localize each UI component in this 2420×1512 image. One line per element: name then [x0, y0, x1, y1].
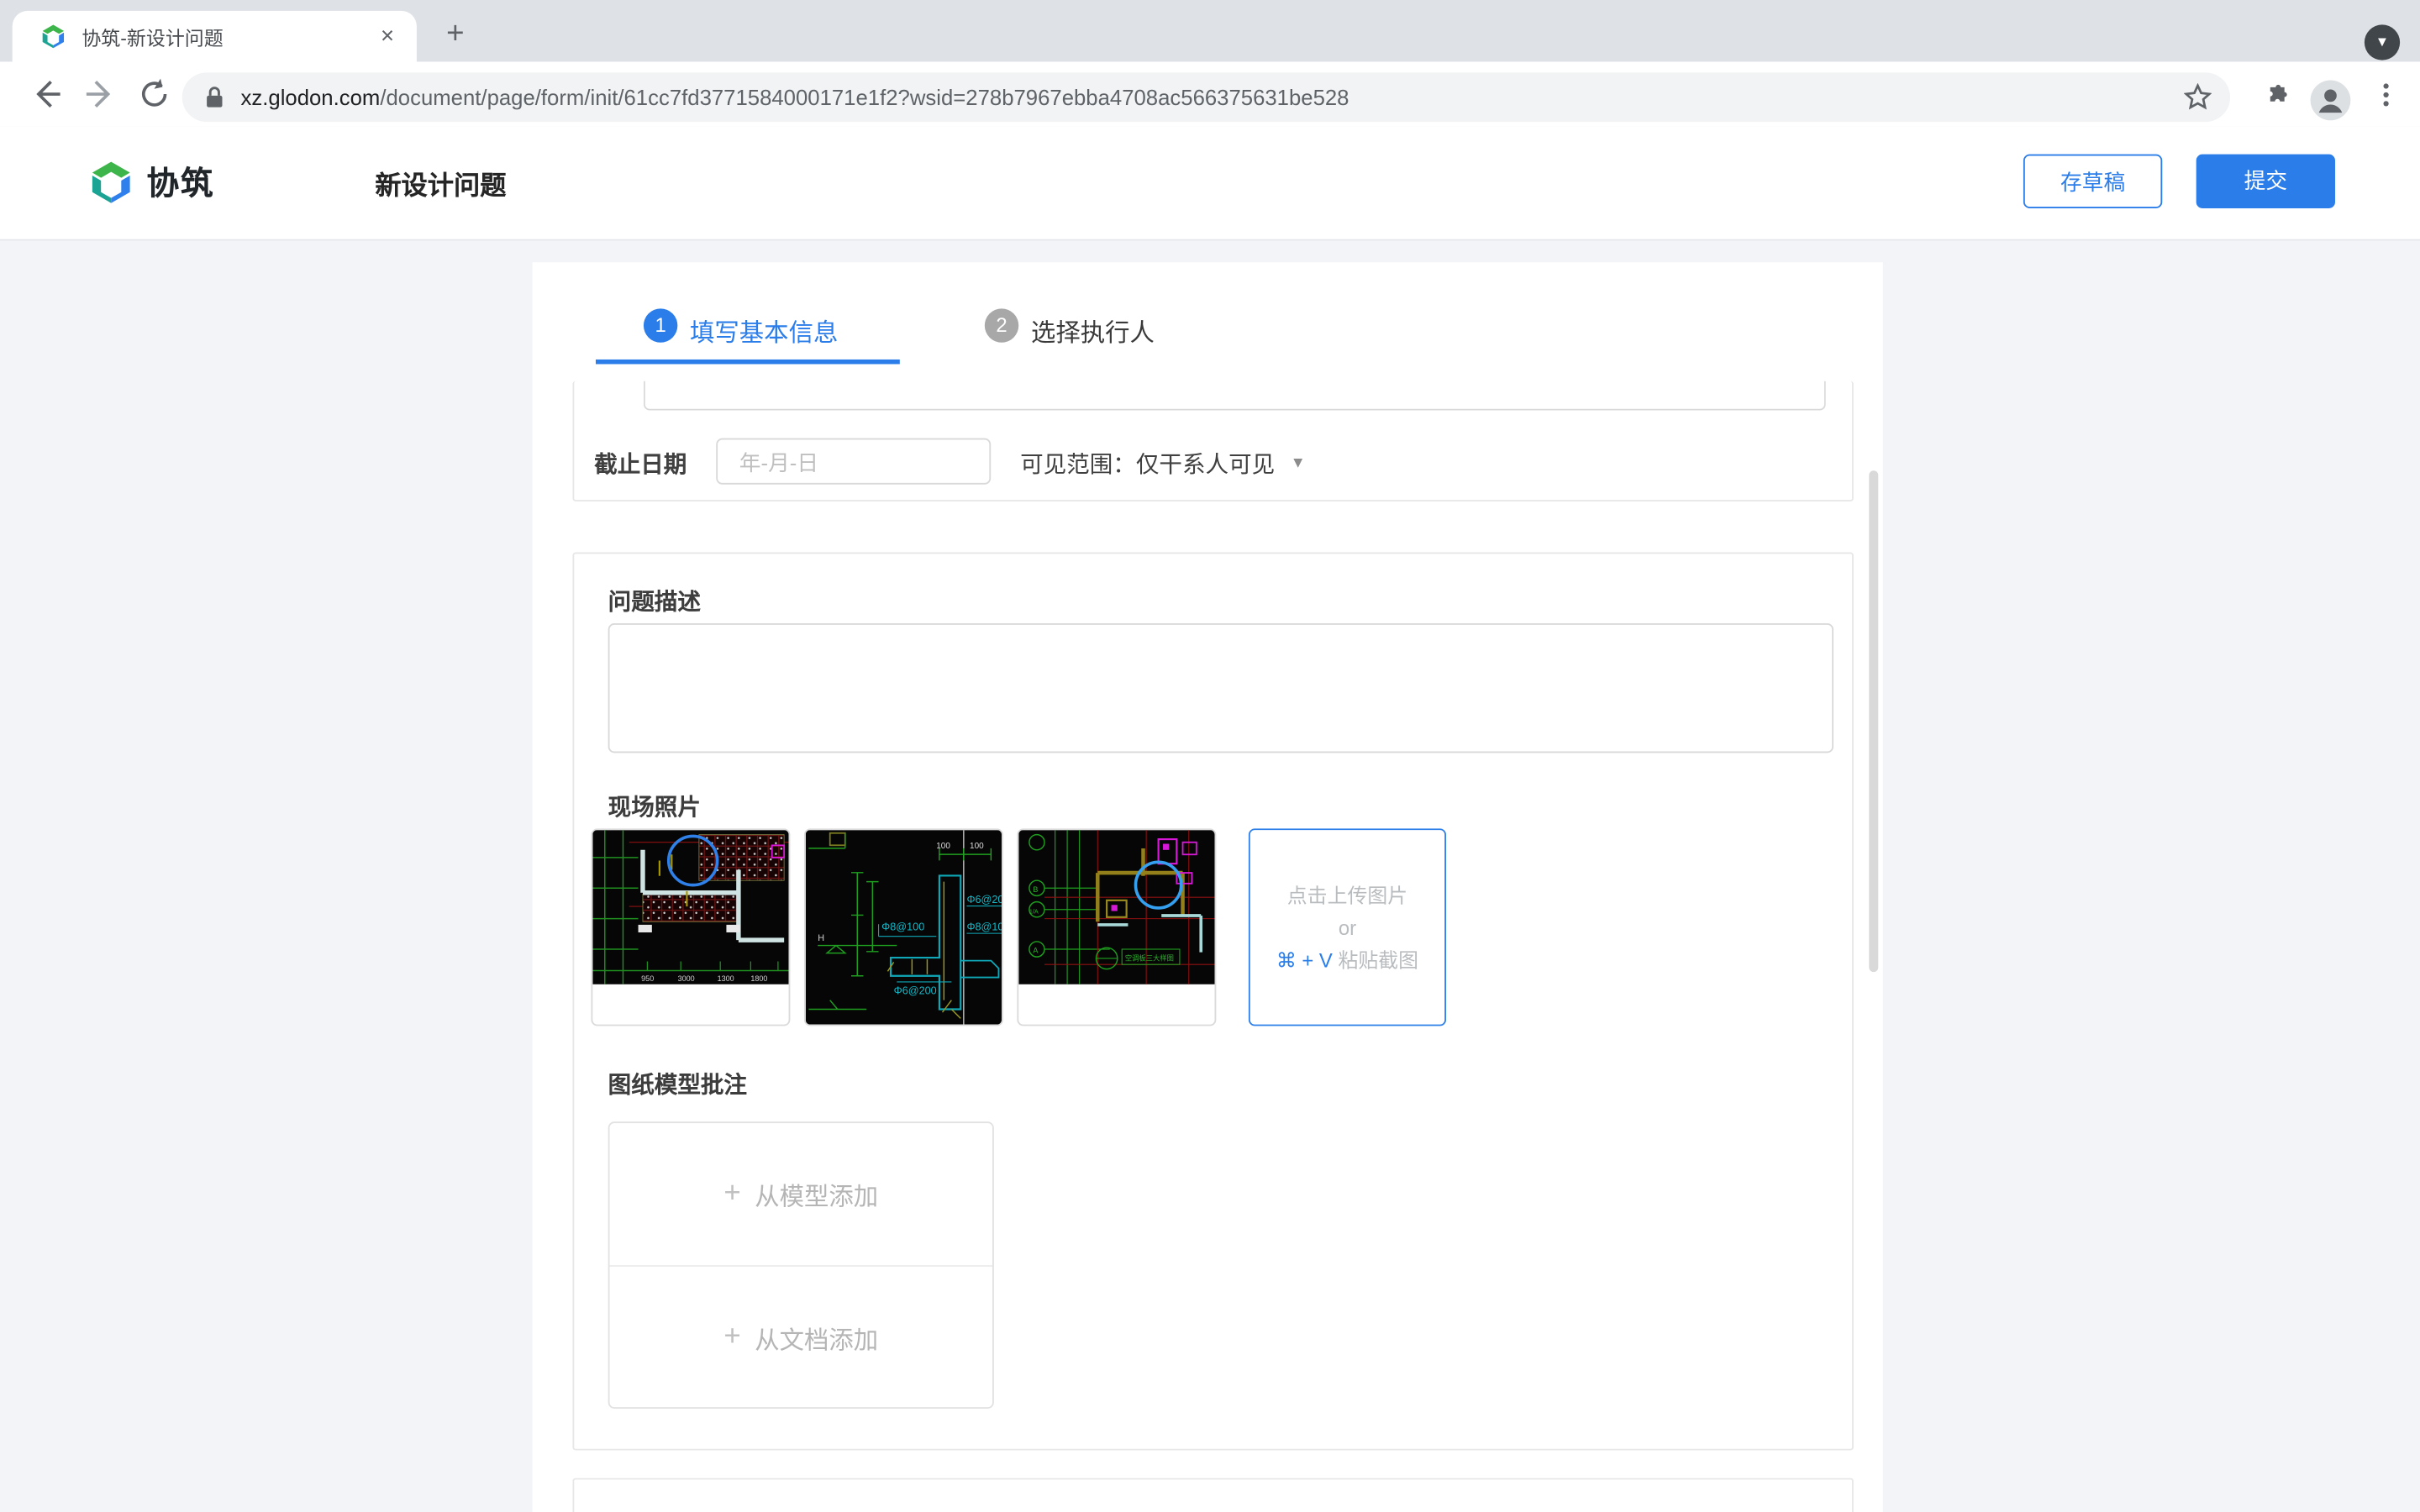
- cad-plan-fixtures-image: B 1/A A: [1018, 830, 1214, 984]
- form-panel: 1 填写基本信息 2 选择执行人 截止日期 可见范围： 仅干系人可见 ▼ 问题描…: [533, 262, 1883, 1512]
- save-draft-button[interactable]: 存草稿: [2023, 155, 2162, 208]
- media-controls-button[interactable]: ▼: [2365, 24, 2400, 60]
- tab-close-icon[interactable]: ×: [373, 23, 401, 50]
- browser-tab[interactable]: 协筑-新设计问题 ×: [13, 11, 417, 62]
- plus-icon: +: [723, 1177, 740, 1210]
- forward-button[interactable]: [81, 74, 121, 114]
- deadline-label: 截止日期: [594, 448, 687, 480]
- dim-text: 1800: [750, 974, 767, 983]
- paste-shortcut: ⌘ + V: [1276, 948, 1333, 972]
- screen: 协筑-新设计问题 × + ▼ xz.glodon.com/document/pa…: [0, 0, 2420, 1512]
- axis-text: 1/A: [1029, 907, 1039, 915]
- description-label: 问题描述: [608, 585, 701, 617]
- dim-text: 100: [936, 842, 950, 851]
- upload-line1: 点击上传图片: [1287, 879, 1407, 911]
- cad-plan-hatch-image: 950 3000 1300 1800: [592, 830, 788, 984]
- dim-text: 3000: [678, 974, 695, 983]
- rebar-text: Φ6@200: [894, 984, 937, 996]
- tab-step-2[interactable]: 选择执行人: [1031, 312, 1155, 349]
- browser-menu-icon[interactable]: [2374, 81, 2398, 108]
- url-domain: xz.glodon.com: [241, 85, 381, 109]
- photo-thumbnail-3[interactable]: B 1/A A: [1017, 828, 1216, 1026]
- tab-title: 协筑-新设计问题: [82, 22, 373, 51]
- visibility-value: 仅干系人可见: [1136, 448, 1275, 480]
- description-textarea[interactable]: [608, 623, 1833, 753]
- url-text: xz.glodon.com/document/page/form/init/61…: [241, 85, 2184, 109]
- dim-text: 100: [970, 842, 984, 851]
- add-from-document-label: 从文档添加: [755, 1319, 878, 1356]
- caret-down-icon: ▼: [1291, 455, 1306, 472]
- rebar-text: Φ8@100: [966, 921, 1002, 932]
- photo-thumbnail-1[interactable]: 950 3000 1300 1800: [591, 828, 790, 1026]
- add-from-document-button[interactable]: + 从文档添加: [610, 1267, 993, 1409]
- page-title: 新设计问题: [375, 127, 506, 239]
- submit-button[interactable]: 提交: [2196, 155, 2335, 208]
- person-icon: [2311, 81, 2351, 121]
- photos-label: 现场照片: [608, 790, 701, 822]
- photo-thumbnail-2[interactable]: 100 100 H Φ6@200 Φ8@100 Φ8@100 Φ6@200: [804, 828, 1003, 1026]
- reload-button[interactable]: [134, 74, 175, 114]
- brand-name: 协筑: [146, 159, 214, 205]
- profile-avatar[interactable]: [2311, 81, 2351, 121]
- browser-tab-strip: 协筑-新设计问题 × + ▼: [0, 0, 2420, 61]
- upload-line2: or: [1339, 911, 1356, 944]
- annotation-label: 图纸模型批注: [608, 1068, 747, 1100]
- add-from-model-label: 从模型添加: [755, 1176, 878, 1213]
- brand: 协筑: [88, 159, 215, 205]
- truncated-text-input[interactable]: [644, 381, 1826, 411]
- deadline-date-field[interactable]: [716, 438, 991, 485]
- url-path: /document/page/form/init/61cc7fd37715840…: [380, 85, 1349, 109]
- address-bar[interactable]: xz.glodon.com/document/page/form/init/61…: [182, 72, 2230, 122]
- level-text: H: [818, 933, 824, 943]
- site-favicon-logo-icon: [40, 24, 66, 50]
- add-from-model-button[interactable]: + 从模型添加: [610, 1123, 993, 1267]
- extensions-icon[interactable]: [2263, 81, 2289, 108]
- back-button[interactable]: [26, 74, 66, 114]
- next-section-card: [572, 1478, 1853, 1512]
- brand-logo-icon: [88, 159, 134, 205]
- axis-text: A: [1033, 947, 1039, 955]
- basic-info-card: 截止日期 可见范围： 仅干系人可见 ▼: [572, 381, 1853, 501]
- detail-card: 问题描述 现场照片: [572, 553, 1853, 1451]
- plus-icon: +: [723, 1320, 740, 1354]
- dim-text: 950: [641, 974, 654, 983]
- upload-line3-text: 粘贴截图: [1339, 948, 1419, 972]
- rebar-text: Φ8@100: [881, 921, 924, 932]
- dim-text: 1300: [718, 974, 734, 983]
- step-1-circle: 1: [644, 308, 677, 342]
- visibility-dropdown[interactable]: 可见范围： 仅干系人可见 ▼: [1020, 448, 1306, 480]
- annotation-add-box: + 从模型添加 + 从文档添加: [608, 1121, 994, 1409]
- new-tab-button[interactable]: +: [434, 14, 476, 57]
- axis-text: B: [1033, 885, 1038, 894]
- deadline-date-input[interactable]: [736, 449, 974, 476]
- bookmark-star-button[interactable]: [2184, 83, 2212, 111]
- step-2-circle: 2: [985, 308, 1018, 342]
- note-text: 空调板三大样图: [1125, 954, 1174, 963]
- tab-step-1[interactable]: 填写基本信息: [690, 312, 838, 349]
- cad-section-detail-image: 100 100 H Φ6@200 Φ8@100 Φ8@100 Φ6@200: [806, 830, 1002, 1024]
- site-header: 协筑 新设计问题 存草稿 提交: [0, 127, 2420, 239]
- upload-photo-button[interactable]: 点击上传图片 or ⌘ + V 粘贴截图: [1249, 828, 1446, 1026]
- visibility-label: 可见范围：: [1020, 448, 1136, 480]
- rebar-text: Φ6@200: [966, 894, 1002, 906]
- content-scrollbar[interactable]: [1869, 470, 1878, 972]
- upload-line3: ⌘ + V 粘贴截图: [1276, 943, 1418, 976]
- lock-icon[interactable]: [203, 85, 225, 109]
- active-step-underline: [596, 360, 900, 365]
